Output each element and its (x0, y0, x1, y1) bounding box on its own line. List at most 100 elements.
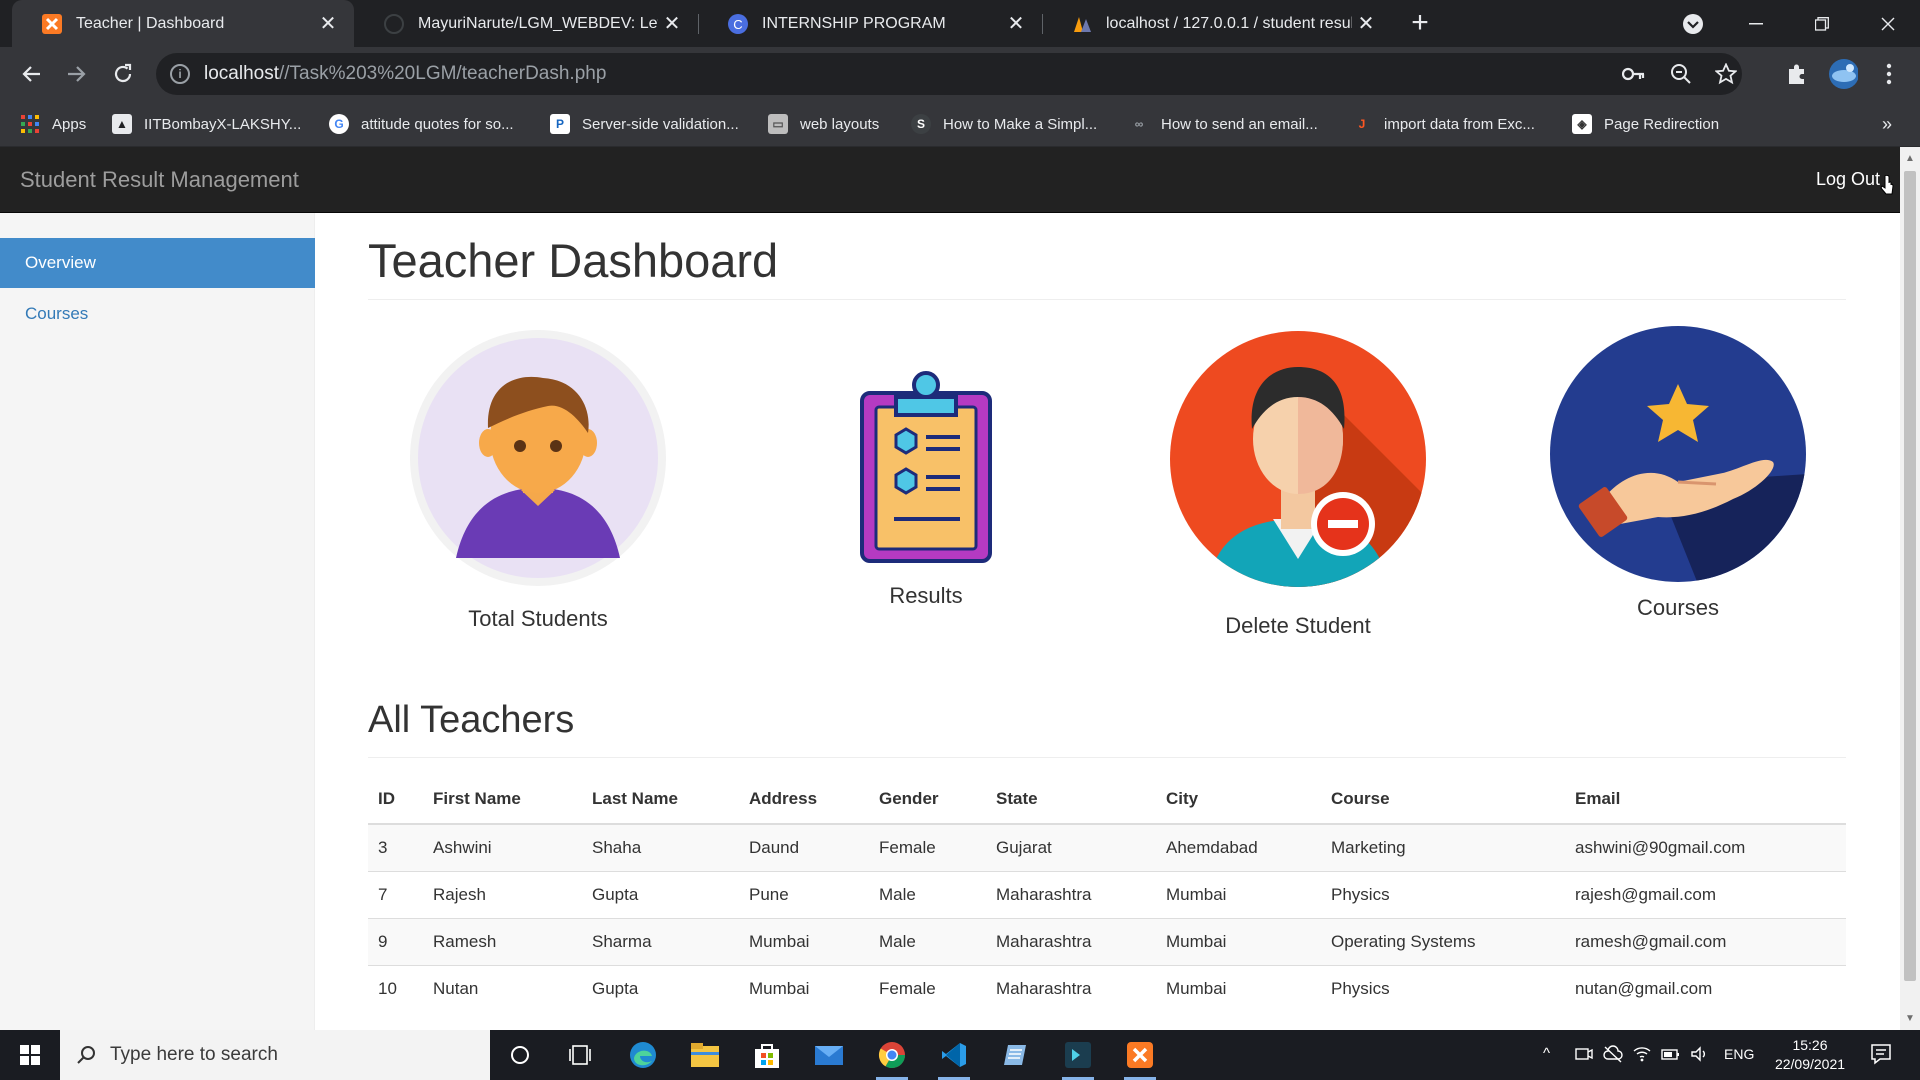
bookmark-iitbombayx[interactable]: ▲ IITBombayX-LAKSHY... (112, 112, 301, 136)
c-icon: C (728, 13, 748, 34)
new-tab-button[interactable]: + (1405, 8, 1435, 38)
taskbar-search-box[interactable]: Type here to search (60, 1030, 490, 1080)
xampp-taskbar-icon[interactable] (1120, 1035, 1160, 1080)
reload-button[interactable] (106, 57, 140, 91)
profile-avatar[interactable] (1828, 59, 1858, 89)
cloud-offline-icon[interactable] (1603, 1045, 1623, 1067)
total-students-tile[interactable]: Total Students (408, 328, 668, 648)
sidebar-item-overview[interactable]: Overview (0, 238, 315, 288)
bookmark-import-data[interactable]: J import data from Exc... (1352, 112, 1535, 136)
scroll-up-arrow-icon[interactable]: ▲ (1905, 153, 1915, 164)
p-icon: P (550, 114, 570, 134)
courses-tile[interactable]: Courses (1548, 324, 1808, 644)
tab-search-button[interactable] (1663, 0, 1723, 47)
tab-label: INTERNSHIP PROGRAM (762, 14, 946, 32)
close-tab-icon[interactable]: ✕ (314, 11, 342, 36)
site-brand[interactable]: Student Result Management (20, 167, 299, 193)
bookmark-send-email[interactable]: ∞ How to send an email... (1129, 112, 1318, 136)
close-tab-icon[interactable]: ✕ (1352, 11, 1380, 36)
table-cell: 9 (368, 917, 423, 965)
delete-student-tile[interactable]: Delete Student (1168, 329, 1428, 649)
extensions-puzzle-icon[interactable] (1782, 59, 1812, 89)
page-scrollbar[interactable]: ▲ ▼ (1900, 147, 1920, 1030)
close-window-button[interactable] (1858, 0, 1918, 47)
svg-text:C: C (733, 17, 742, 32)
zoom-icon[interactable] (1666, 59, 1696, 89)
cortana-icon[interactable] (500, 1035, 540, 1075)
kebab-menu-icon[interactable] (1874, 59, 1904, 89)
close-tab-icon[interactable]: ✕ (658, 11, 686, 36)
forward-button[interactable] (60, 57, 94, 91)
minimize-button[interactable] (1726, 0, 1786, 47)
bookmark-page-redirection[interactable]: ◈ Page Redirection (1572, 112, 1719, 136)
file-explorer-icon[interactable] (685, 1035, 725, 1075)
address-bar[interactable]: i localhost//Task%203%20LGM/teacherDash.… (156, 53, 1742, 95)
task-view-icon[interactable] (561, 1035, 601, 1075)
password-key-icon[interactable] (1619, 59, 1649, 89)
chrome-icon[interactable] (872, 1035, 912, 1080)
tile-caption: Delete Student (1225, 613, 1371, 638)
title-divider (368, 299, 1846, 300)
table-cell: Mumbai (739, 964, 869, 1012)
table-cell: Maharashtra (986, 964, 1156, 1012)
table-cell: nutan@gmail.com (1565, 964, 1846, 1012)
scrollbar-thumb[interactable] (1904, 171, 1916, 981)
link-icon: ∞ (1134, 117, 1144, 131)
bookmark-apps[interactable]: Apps (20, 112, 86, 136)
bookmark-label: How to send an email... (1161, 115, 1318, 133)
start-button[interactable] (0, 1030, 60, 1080)
column-header: Address (739, 774, 869, 825)
bookmark-web-layouts[interactable]: ▭ web layouts (768, 112, 879, 136)
store-icon[interactable] (747, 1035, 787, 1075)
sidebar-item-courses[interactable]: Courses (0, 289, 315, 339)
table-cell: Maharashtra (986, 870, 1156, 918)
wifi-icon[interactable] (1633, 1045, 1651, 1067)
search-icon (77, 1046, 95, 1064)
url-text[interactable]: localhost//Task%203%20LGM/teacherDash.ph… (204, 63, 606, 85)
show-hidden-icons-chevron-icon[interactable]: ^ (1543, 1045, 1550, 1062)
logout-link[interactable]: Log Out (1816, 169, 1880, 190)
scroll-down-arrow-icon[interactable]: ▼ (1905, 1013, 1915, 1024)
column-header: ID (368, 774, 423, 825)
tab-teacher-dashboard[interactable]: Teacher | Dashboard ✕ (12, 0, 354, 47)
edge-icon[interactable] (623, 1035, 663, 1075)
restore-button[interactable] (1792, 0, 1852, 47)
language-indicator[interactable]: ENG (1724, 1046, 1754, 1062)
table-cell: Pune (739, 870, 869, 918)
bookmark-server-side-validation[interactable]: P Server-side validation... (550, 112, 739, 136)
table-cell: Ahemdabad (1156, 823, 1321, 871)
bookmark-attitude-quotes[interactable]: G attitude quotes for so... (329, 112, 514, 136)
volume-icon[interactable] (1690, 1045, 1708, 1067)
url-path: //Task%203%20LGM/teacherDash.php (279, 63, 607, 84)
bookmark-how-to-make[interactable]: S How to Make a Simpl... (911, 112, 1097, 136)
meet-now-icon[interactable] (1575, 1045, 1593, 1067)
close-tab-icon[interactable]: ✕ (1002, 11, 1030, 36)
bookmark-label: Apps (52, 115, 87, 133)
back-button[interactable] (14, 57, 48, 91)
tab-phpmyadmin[interactable]: localhost / 127.0.0.1 / student result ✕ (1042, 0, 1392, 47)
battery-icon[interactable] (1661, 1045, 1681, 1067)
bookmark-star-icon[interactable] (1711, 59, 1741, 89)
table-cell: Marketing (1321, 823, 1565, 871)
results-tile[interactable]: Results (836, 363, 1016, 643)
notifications-icon[interactable] (1870, 1043, 1892, 1069)
iitb-icon: ▲ (112, 114, 132, 134)
reload-icon (114, 63, 132, 83)
vscode-icon[interactable] (934, 1035, 974, 1080)
image-icon: ▭ (768, 114, 788, 134)
tab-internship[interactable]: C INTERNSHIP PROGRAM ✕ (698, 0, 1042, 47)
page-title: Teacher Dashboard (368, 234, 779, 287)
tab-label: MayuriNarute/LGM_WEBDEV: LetsG (418, 14, 658, 32)
system-clock[interactable]: 15:26 22/09/2021 (1760, 1036, 1860, 1074)
column-header: Gender (869, 774, 986, 825)
tab-github[interactable]: MayuriNarute/LGM_WEBDEV: LetsG ✕ (354, 0, 698, 47)
bookmarks-overflow-button[interactable]: » (1882, 112, 1892, 136)
tile-caption: Courses (1637, 595, 1719, 620)
mail-icon[interactable] (809, 1035, 849, 1075)
xampp-icon (42, 13, 62, 34)
terminal-icon[interactable] (1058, 1035, 1098, 1080)
site-info-icon[interactable]: i (170, 64, 190, 84)
remove-user-icon (1170, 331, 1426, 587)
notepad-icon[interactable] (996, 1035, 1036, 1075)
table-row: 3 Ashwini Shaha Daund Female Gujarat Ahe… (368, 823, 1846, 871)
